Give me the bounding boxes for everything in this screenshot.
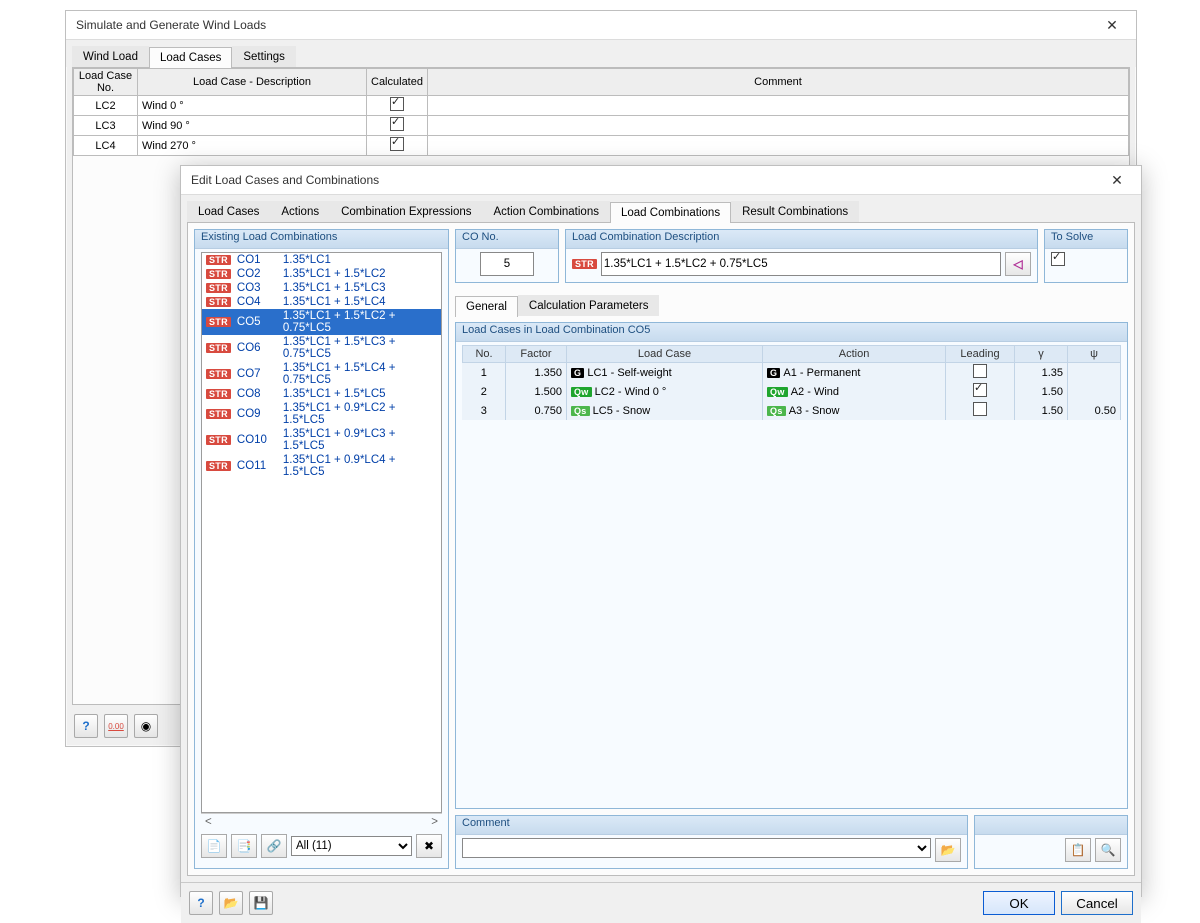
to-solve-label: To Solve bbox=[1045, 230, 1127, 249]
filter-select[interactable]: All (11) bbox=[291, 836, 412, 856]
list-item[interactable]: STRCO11.35*LC1 bbox=[202, 253, 441, 267]
list-item[interactable]: STRCO21.35*LC1 + 1.5*LC2 bbox=[202, 267, 441, 281]
subtab-general[interactable]: General bbox=[455, 296, 518, 317]
existing-combinations-header: Existing Load Combinations bbox=[195, 230, 448, 249]
pick-button[interactable]: ◁ bbox=[1005, 252, 1031, 276]
tab-load-cases[interactable]: Load Cases bbox=[149, 47, 232, 68]
co-no-label: CO No. bbox=[456, 230, 558, 249]
tab-combination-expressions[interactable]: Combination Expressions bbox=[330, 201, 482, 222]
save-button[interactable]: 💾 bbox=[249, 891, 273, 915]
comment-input[interactable] bbox=[462, 838, 931, 858]
close-icon[interactable]: ✕ bbox=[1099, 170, 1135, 190]
subtab-calculation-parameters[interactable]: Calculation Parameters bbox=[518, 295, 660, 316]
list-item[interactable]: STRCO91.35*LC1 + 0.9*LC2 + 1.5*LC5 bbox=[202, 401, 441, 427]
back-window-title: Simulate and Generate Wind Loads bbox=[76, 18, 266, 32]
table-row[interactable]: LC2Wind 0 ° bbox=[74, 96, 1129, 116]
tab-load-combinations[interactable]: Load Combinations bbox=[610, 202, 731, 223]
str-badge: STR bbox=[572, 259, 597, 269]
to-solve-checkbox[interactable] bbox=[1051, 252, 1065, 266]
table-row[interactable]: 11.350G LC1 - Self-weightG A1 - Permanen… bbox=[463, 363, 1121, 383]
comment-label: Comment bbox=[456, 816, 967, 835]
description-input[interactable] bbox=[601, 252, 1001, 276]
new-button[interactable]: 📄 bbox=[201, 834, 227, 858]
col-lc-desc: Load Case - Description bbox=[138, 69, 367, 96]
comment-pick-button[interactable]: 📂 bbox=[935, 838, 961, 862]
list-item[interactable]: STRCO31.35*LC1 + 1.5*LC3 bbox=[202, 281, 441, 295]
open-button[interactable]: 📂 bbox=[219, 891, 243, 915]
tab-action-combinations[interactable]: Action Combinations bbox=[483, 201, 610, 222]
list-item[interactable]: STRCO111.35*LC1 + 0.9*LC4 + 1.5*LC5 bbox=[202, 453, 441, 479]
tab-wind-load[interactable]: Wind Load bbox=[72, 46, 149, 67]
table-row[interactable]: LC3Wind 90 ° bbox=[74, 116, 1129, 136]
find-button[interactable]: 🔍 bbox=[1095, 838, 1121, 862]
col-calculated: Calculated bbox=[367, 69, 428, 96]
tab-actions[interactable]: Actions bbox=[270, 201, 330, 222]
tab-settings[interactable]: Settings bbox=[232, 46, 296, 67]
front-window-title: Edit Load Cases and Combinations bbox=[191, 173, 379, 187]
details-button[interactable]: 📋 bbox=[1065, 838, 1091, 862]
list-item[interactable]: STRCO71.35*LC1 + 1.5*LC4 + 0.75*LC5 bbox=[202, 361, 441, 387]
units-button[interactable]: 0.00 bbox=[104, 714, 128, 738]
list-item[interactable]: STRCO61.35*LC1 + 1.5*LC3 + 0.75*LC5 bbox=[202, 335, 441, 361]
table-row[interactable]: 30.750Qs LC5 - SnowQs A3 - Snow1.500.50 bbox=[463, 401, 1121, 420]
list-item[interactable]: STRCO51.35*LC1 + 1.5*LC2 + 0.75*LC5 bbox=[202, 309, 441, 335]
preview-button[interactable]: ◉ bbox=[134, 714, 158, 738]
list-item[interactable]: STRCO41.35*LC1 + 1.5*LC4 bbox=[202, 295, 441, 309]
col-lc-no: Load CaseNo. bbox=[74, 69, 138, 96]
close-icon[interactable]: ✕ bbox=[1094, 15, 1130, 35]
list-item[interactable]: STRCO101.35*LC1 + 0.9*LC3 + 1.5*LC5 bbox=[202, 427, 441, 453]
description-label: Load Combination Description bbox=[566, 230, 1037, 249]
table-row[interactable]: LC4Wind 270 ° bbox=[74, 136, 1129, 156]
cancel-button[interactable]: Cancel bbox=[1061, 891, 1133, 915]
table-row[interactable]: 21.500Qw LC2 - Wind 0 °Qw A2 - Wind1.50 bbox=[463, 382, 1121, 401]
co-no-input[interactable] bbox=[480, 252, 534, 276]
link-button[interactable]: 🔗 bbox=[261, 834, 287, 858]
delete-button[interactable]: ✖ bbox=[416, 834, 442, 858]
ok-button[interactable]: OK bbox=[983, 891, 1055, 915]
tab-result-combinations[interactable]: Result Combinations bbox=[731, 201, 859, 222]
list-item[interactable]: STRCO81.35*LC1 + 1.5*LC5 bbox=[202, 387, 441, 401]
cases-header: Load Cases in Load Combination CO5 bbox=[456, 323, 1127, 342]
col-comment: Comment bbox=[428, 69, 1129, 96]
wind-load-cases-table[interactable]: Load CaseNo. Load Case - Description Cal… bbox=[73, 68, 1129, 156]
tab-load-cases[interactable]: Load Cases bbox=[187, 201, 270, 222]
copy-button[interactable]: 📑 bbox=[231, 834, 257, 858]
help-button[interactable]: ? bbox=[189, 891, 213, 915]
help-button[interactable]: ? bbox=[74, 714, 98, 738]
cases-table[interactable]: No.FactorLoad CaseActionLeadingγψ 11.350… bbox=[462, 345, 1121, 420]
combination-list[interactable]: STRCO11.35*LC1STRCO21.35*LC1 + 1.5*LC2ST… bbox=[201, 252, 442, 813]
